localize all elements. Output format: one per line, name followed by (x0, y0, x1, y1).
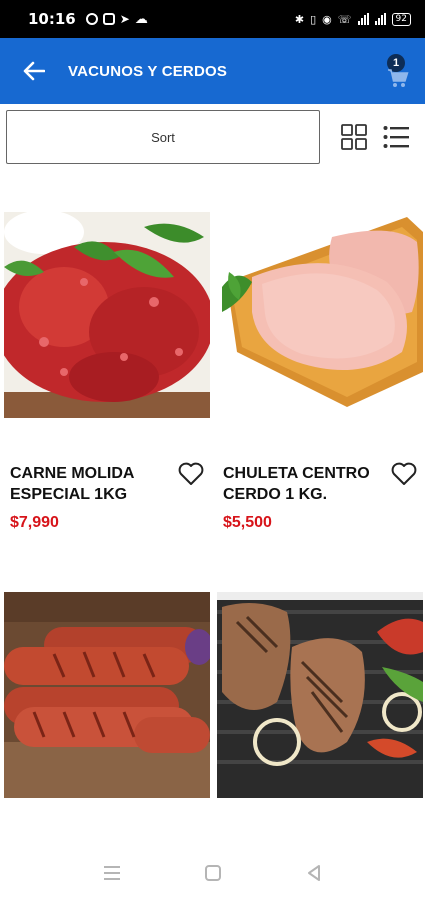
grilled-meat-image[interactable] (217, 592, 423, 798)
sausages-image[interactable] (4, 592, 210, 798)
signal-icon (357, 13, 369, 25)
app-bar: VACUNOS Y CERDOS 1 (0, 38, 425, 104)
ground-beef-image[interactable] (4, 212, 210, 418)
instagram-icon (102, 13, 115, 25)
grid-view-icon[interactable] (341, 124, 367, 150)
shopping-cart-icon (388, 69, 409, 87)
back-nav-icon[interactable] (303, 862, 325, 884)
list-view-icon[interactable] (383, 125, 409, 149)
wifi-icon: ◉ (322, 12, 332, 26)
system-icons: ✱ ▯ ◉ ☏ 92 (294, 12, 411, 26)
heart-icon[interactable] (391, 462, 417, 486)
system-navigation-bar (0, 848, 425, 900)
cart-button[interactable]: 1 (381, 50, 417, 90)
volte-icon: ☏ (337, 12, 352, 26)
status-time: 10:16 (28, 10, 76, 28)
pork-chop-image[interactable] (217, 212, 423, 418)
bluetooth-icon: ✱ (294, 12, 305, 26)
product-price: $7,990 (10, 514, 59, 531)
sort-label: Sort (151, 129, 175, 145)
product-name[interactable]: CARNE MOLIDA ESPECIAL 1KG (10, 463, 170, 505)
whatsapp-icon (85, 13, 98, 25)
home-icon[interactable] (202, 862, 224, 884)
back-button[interactable] (14, 51, 54, 91)
product-price: $5,500 (223, 514, 272, 531)
sort-button[interactable]: Sort (6, 110, 320, 164)
heart-icon[interactable] (178, 462, 204, 486)
recent-apps-icon[interactable] (101, 862, 123, 884)
arrow-left-icon (23, 61, 45, 81)
signal-icon-2 (374, 13, 386, 25)
battery-icon: 92 (391, 12, 411, 26)
page-title: VACUNOS Y CERDOS (68, 62, 228, 80)
cloud-icon: ☁ (134, 11, 148, 27)
status-bar: 10:16 ➤ ☁ ✱ ▯ ◉ ☏ 92 (0, 0, 425, 38)
telegram-icon: ➤ (119, 12, 130, 26)
notification-icons: ➤ ☁ (85, 11, 148, 27)
product-name[interactable]: CHULETA CENTRO CERDO 1 KG. (223, 463, 383, 505)
vibrate-icon: ▯ (310, 12, 317, 26)
